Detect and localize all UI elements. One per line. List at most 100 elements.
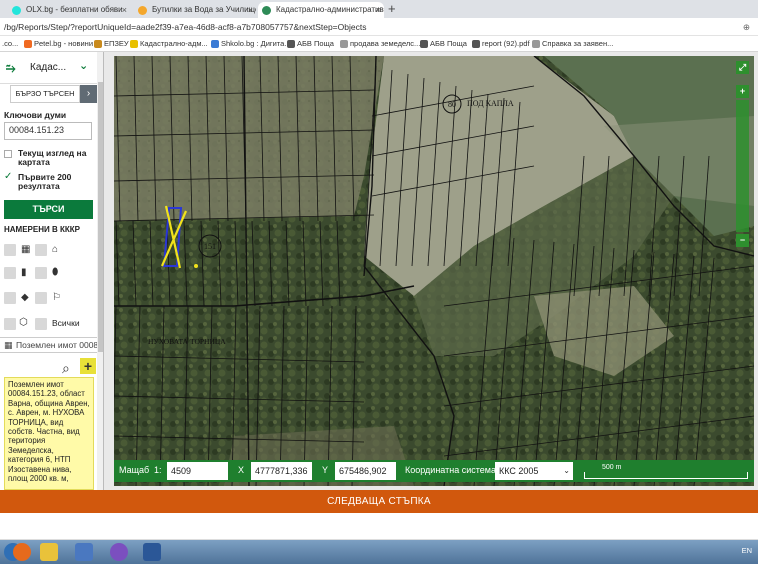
explorer-icon[interactable] xyxy=(40,543,58,561)
crs-select[interactable]: ККС 2005 ⌄ xyxy=(495,462,573,480)
bookmark-item[interactable]: report (92).pdf xyxy=(472,36,530,51)
search-button[interactable]: ТЪРСИ xyxy=(4,200,93,219)
location-dot xyxy=(194,264,198,268)
crs-label: Координатна система xyxy=(405,465,496,475)
bookmarks-bar: .co... Petel.bg - новини ЕПЗЕУ Кадастрал… xyxy=(0,36,758,52)
keywords-input[interactable]: 00084.151.23 xyxy=(4,122,92,140)
bookmark-icon xyxy=(472,40,480,48)
viber-icon[interactable] xyxy=(110,543,128,561)
tab-cadastre[interactable]: Кадастрално-административна ... × xyxy=(258,2,384,18)
search-panel: ⥲ Кадас... ⌄ БЪРЗО ТЪРСЕН › Ключови думи… xyxy=(0,52,104,490)
cadastre-favicon-icon xyxy=(262,6,271,15)
search-icon[interactable]: ⌕ xyxy=(62,360,70,377)
panel-header: ⥲ Кадас... ⌄ xyxy=(0,52,97,84)
bookmark-icon xyxy=(211,40,219,48)
bookmark-item[interactable]: Кадастрално-адм... xyxy=(130,36,208,51)
locality-number: 80 xyxy=(448,100,456,109)
panel-scrollbar[interactable] xyxy=(97,52,103,490)
bookmark-icon xyxy=(340,40,348,48)
scale-bar-label: 500 m xyxy=(602,464,622,471)
address-bar[interactable]: /bg/Reports/Step/?reportUniqueId=aade2f3… xyxy=(0,18,758,36)
expand-icon[interactable]: ⤢ xyxy=(736,61,749,74)
scale-bar xyxy=(584,472,748,479)
windows-taskbar: EN xyxy=(0,540,758,564)
close-icon[interactable]: × xyxy=(376,2,381,18)
zoom-slider[interactable] xyxy=(736,100,749,232)
panel-title: Кадас... xyxy=(30,62,67,73)
locality-label: НУХОВАТА ТОРНИЦА xyxy=(148,337,226,346)
scale-prefix: 1: xyxy=(154,465,162,475)
app-area: ⥲ Кадас... ⌄ БЪРЗО ТЪРСЕН › Ключови думи… xyxy=(0,52,758,490)
filter-checkbox[interactable] xyxy=(4,244,16,256)
filter-checkbox[interactable] xyxy=(35,318,47,330)
current-view-checkbox[interactable]: Текущ изглед на картата xyxy=(4,149,98,167)
keywords-label: Ключови думи xyxy=(4,110,67,120)
filter-checkbox[interactable] xyxy=(35,292,47,304)
language-indicator[interactable]: EN xyxy=(742,546,752,555)
all-label: Всички xyxy=(52,318,80,328)
browser-tab-bar: OLX.bg - безплатни обяви × Бутилки за Во… xyxy=(0,0,758,18)
bookmark-item[interactable]: Справка за заявен... xyxy=(532,36,613,51)
word-icon[interactable] xyxy=(143,543,161,561)
parcel-result-header[interactable]: ▦ Поземлен имот 0008 xyxy=(0,337,103,353)
firefox-icon[interactable] xyxy=(13,543,31,561)
chevron-down-icon[interactable]: ⌄ xyxy=(79,59,88,72)
tab-label: OLX.bg - безплатни обяви xyxy=(26,5,123,14)
bookmark-icon xyxy=(420,40,428,48)
next-step-button[interactable]: СЛЕДВАЩА СТЪПКА xyxy=(0,490,758,513)
map-pin-icon: ⬮ xyxy=(52,267,59,278)
map-canvas[interactable]: 80 ПОД КАПЛА 151 НУХОВАТА ТОРНИЦА xyxy=(114,56,754,486)
bookmark-item[interactable]: ЕПЗЕУ xyxy=(94,36,129,51)
scroll-thumb[interactable] xyxy=(98,82,103,352)
filter-checkbox[interactable] xyxy=(4,292,16,304)
tab-label: Кадастрално-административна ... xyxy=(276,5,384,14)
scale-label: Мащаб xyxy=(119,465,150,475)
cadastral-map[interactable]: 80 ПОД КАПЛА 151 НУХОВАТА ТОРНИЦА ⤢ + − xyxy=(114,56,754,486)
bookmark-item[interactable]: Shkolo.bg : Дигита... xyxy=(211,36,291,51)
filter-checkbox[interactable] xyxy=(4,267,16,279)
first-200-checkbox[interactable]: ✓ Първите 200 резултата xyxy=(4,172,98,191)
bookmark-item[interactable]: АБВ Поща xyxy=(287,36,334,51)
zoom-icon[interactable]: ⊕ xyxy=(743,18,750,36)
bookmark-icon xyxy=(532,40,540,48)
filter-checkbox[interactable] xyxy=(35,267,47,279)
tab-olx[interactable]: OLX.bg - безплатни обяви × xyxy=(8,2,130,18)
grid-icon: ▦ xyxy=(21,244,31,255)
close-icon[interactable]: × xyxy=(248,2,253,18)
bookmark-item[interactable]: .co... xyxy=(2,36,18,51)
quick-search-arrow[interactable]: › xyxy=(80,85,97,103)
x-coordinate-input[interactable]: 4777871,336 xyxy=(251,462,312,480)
bookmark-item[interactable]: Petel.bg - новини xyxy=(24,36,93,51)
olx-favicon-icon xyxy=(12,6,21,15)
quick-search-tab[interactable]: БЪРЗО ТЪРСЕН xyxy=(10,85,80,103)
new-tab-button[interactable]: + xyxy=(388,1,396,16)
close-icon[interactable]: × xyxy=(122,2,127,18)
filter-checkbox[interactable] xyxy=(4,318,16,330)
bookmark-icon xyxy=(24,40,32,48)
network-icon[interactable] xyxy=(75,543,93,561)
scale-input[interactable]: 4509 xyxy=(167,462,228,480)
bookmark-item[interactable]: АБВ Поща xyxy=(420,36,467,51)
map-coordinate-bar: Мащаб 1: 4509 X 4777871,336 Y 675486,902… xyxy=(114,460,754,482)
locality-number: 151 xyxy=(204,242,216,251)
locality-label: ПОД КАПЛА xyxy=(467,99,514,108)
add-icon[interactable]: + xyxy=(80,358,96,374)
bookmark-icon xyxy=(94,40,102,48)
grid-icon: ▦ xyxy=(4,340,13,350)
url-text: /bg/Reports/Step/?reportUniqueId=aade2f3… xyxy=(4,22,367,32)
bookmark-item[interactable]: продава земеделс... xyxy=(340,36,420,51)
zoom-in-button[interactable]: + xyxy=(736,85,749,98)
x-label: X xyxy=(238,465,245,475)
found-label: НАМЕРЕНИ В КККР xyxy=(4,225,80,234)
bookmark-icon xyxy=(287,40,295,48)
house-icon: ⌂ xyxy=(52,244,59,255)
checkbox-box xyxy=(4,150,12,158)
layers-icon: ⥲ xyxy=(6,61,16,75)
y-coordinate-input[interactable]: 675486,902 xyxy=(335,462,396,480)
zoom-out-button[interactable]: − xyxy=(736,234,749,247)
flag-icon: ⚐ xyxy=(52,292,61,303)
building-icon: ▮ xyxy=(21,267,27,278)
filter-checkbox[interactable] xyxy=(35,244,47,256)
tab-bottles[interactable]: Бутилки за Вода за Училище | Н... × xyxy=(134,2,256,18)
chevron-down-icon: ⌄ xyxy=(563,466,570,475)
